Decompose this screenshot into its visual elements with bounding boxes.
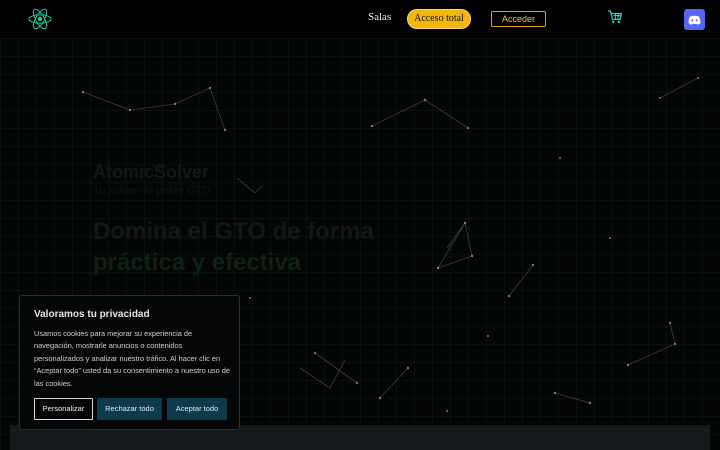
full-access-button[interactable]: Acceso total bbox=[407, 9, 471, 29]
top-navigation-bar: Salas Acceso total Acceder bbox=[0, 0, 720, 38]
hero-subtitle: Tu solver de poker GTO bbox=[93, 185, 211, 197]
login-button[interactable]: Acceder bbox=[491, 11, 546, 27]
atom-icon[interactable] bbox=[28, 5, 52, 33]
hero-brand: AtomicSolver bbox=[93, 162, 210, 182]
hero-title-part1: Domina el GTO de forma bbox=[93, 218, 374, 245]
cookie-banner-text: Usamos cookies para mejorar su experienc… bbox=[34, 329, 230, 388]
customize-cookies-button[interactable]: Personalizar bbox=[34, 398, 93, 420]
hero-title: Domina el GTO de forma práctica y efecti… bbox=[93, 216, 393, 278]
discord-button[interactable] bbox=[684, 9, 705, 30]
nav-link-salas[interactable]: Salas bbox=[368, 11, 391, 23]
cart-icon[interactable] bbox=[607, 9, 623, 25]
cookie-banner-title: Valoramos tu privacidad bbox=[34, 309, 150, 320]
reject-all-button[interactable]: Rechazar todo bbox=[97, 398, 162, 420]
cookie-consent-banner: Valoramos tu privacidad Usamos cookies p… bbox=[19, 295, 240, 430]
hero-title-part2: práctica y efectiva bbox=[93, 249, 302, 276]
discord-icon bbox=[688, 15, 701, 25]
accept-all-button[interactable]: Aceptar todo bbox=[167, 398, 227, 420]
